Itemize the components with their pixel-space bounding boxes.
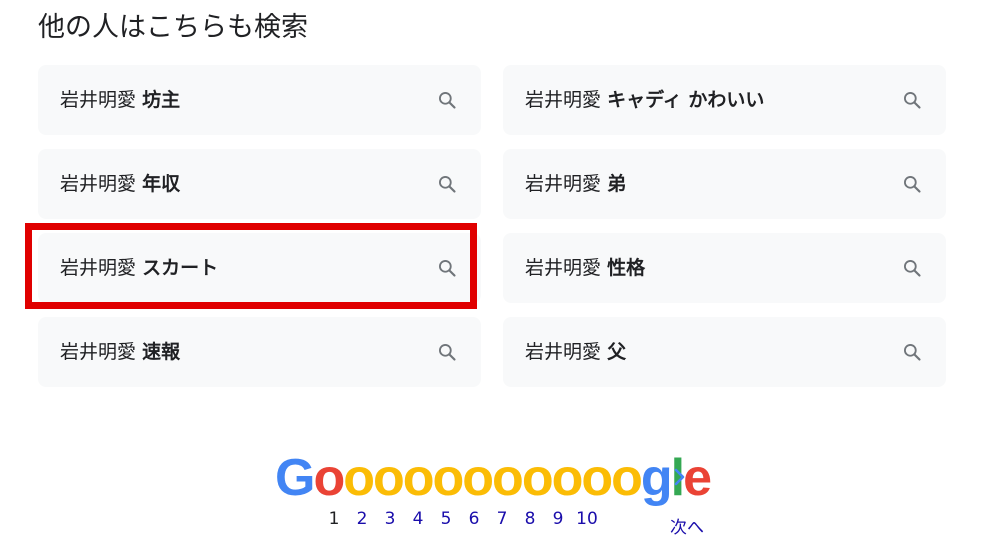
logo-letter: G xyxy=(275,449,315,507)
search-icon xyxy=(904,260,921,277)
chip-query: 岩井明愛 速報 xyxy=(60,317,180,387)
related-search-chip[interactable]: 岩井明愛 スカート xyxy=(38,233,481,303)
search-icon xyxy=(904,344,921,361)
search-icon xyxy=(439,344,456,361)
logo-letter: o xyxy=(432,449,465,507)
logo-letter: g xyxy=(640,449,673,507)
chip-query: 岩井明愛 弟 xyxy=(525,149,626,219)
logo-letter: o xyxy=(372,449,405,507)
page-link[interactable]: 8 xyxy=(516,509,544,529)
page-link[interactable]: 3 xyxy=(376,509,404,529)
search-icon xyxy=(904,92,921,109)
search-icon xyxy=(439,176,456,193)
logo-letter: o xyxy=(462,449,494,507)
page-link[interactable]: 5 xyxy=(432,509,460,529)
section-title: 他の人はこちらも検索 xyxy=(38,12,308,43)
pagination: Gooooooooooogle 1 2 3 4 5 6 7 8 9 10 次へ xyxy=(270,445,730,545)
logo-letter: e xyxy=(683,449,712,507)
related-search-chip[interactable]: 岩井明愛 キャディ かわいい xyxy=(503,65,946,135)
chip-term: スカート xyxy=(142,257,219,279)
chip-prefix: 岩井明愛 xyxy=(525,341,602,363)
chip-prefix: 岩井明愛 xyxy=(60,89,137,111)
page-number-current: 1 xyxy=(328,509,340,529)
search-icon xyxy=(439,92,456,109)
chip-term: 性格 xyxy=(607,257,646,279)
chip-term: 坊主 xyxy=(142,89,181,111)
page-link[interactable]: 6 xyxy=(460,509,488,529)
chip-term: 年収 xyxy=(142,173,181,195)
logo-letter: o xyxy=(521,449,554,507)
chip-query: 岩井明愛 父 xyxy=(525,317,626,387)
logo-letter: o xyxy=(492,449,524,507)
page-numbers: 1 2 3 4 5 6 7 8 9 10 xyxy=(320,509,602,533)
chip-term: 父 xyxy=(607,341,627,363)
related-search-chip[interactable]: 岩井明愛 弟 xyxy=(503,149,946,219)
page-link[interactable]: 4 xyxy=(404,509,432,529)
chip-prefix: 岩井明愛 xyxy=(60,257,137,279)
chip-query: 岩井明愛 キャディ かわいい xyxy=(525,65,764,135)
chip-term: 弟 xyxy=(607,173,627,195)
next-page-link[interactable]: 次へ xyxy=(670,513,704,538)
logo-letter: o xyxy=(402,449,435,507)
chip-prefix: 岩井明愛 xyxy=(525,89,602,111)
search-icon xyxy=(439,260,456,277)
chip-query: 岩井明愛 性格 xyxy=(525,233,645,303)
logo-letter: o xyxy=(611,449,643,507)
chip-query: 岩井明愛 年収 xyxy=(60,149,180,219)
chevron-right-icon[interactable] xyxy=(673,467,687,487)
chip-query: 岩井明愛 坊主 xyxy=(60,65,180,135)
related-search-chip[interactable]: 岩井明愛 坊主 xyxy=(38,65,481,135)
page-link[interactable]: 10 xyxy=(572,509,602,529)
related-search-chip[interactable]: 岩井明愛 性格 xyxy=(503,233,946,303)
chip-term: キャディ かわいい xyxy=(607,89,765,111)
chip-term: 速報 xyxy=(142,341,181,363)
page-link[interactable]: 9 xyxy=(544,509,572,529)
search-icon xyxy=(904,176,921,193)
logo-letter: o xyxy=(551,449,584,507)
google-pagination-logo: Gooooooooooogle xyxy=(275,445,712,511)
page-link[interactable]: 7 xyxy=(488,509,516,529)
related-search-chip[interactable]: 岩井明愛 速報 xyxy=(38,317,481,387)
related-search-chip[interactable]: 岩井明愛 父 xyxy=(503,317,946,387)
related-search-chip[interactable]: 岩井明愛 年収 xyxy=(38,149,481,219)
chip-prefix: 岩井明愛 xyxy=(60,173,137,195)
page-link[interactable]: 2 xyxy=(348,509,376,529)
chip-prefix: 岩井明愛 xyxy=(60,341,137,363)
chip-prefix: 岩井明愛 xyxy=(525,257,602,279)
logo-letter: o xyxy=(343,449,375,507)
chip-prefix: 岩井明愛 xyxy=(525,173,602,195)
logo-letter: o xyxy=(581,449,613,507)
chip-query: 岩井明愛 スカート xyxy=(60,233,218,303)
logo-letter: o xyxy=(313,449,345,507)
